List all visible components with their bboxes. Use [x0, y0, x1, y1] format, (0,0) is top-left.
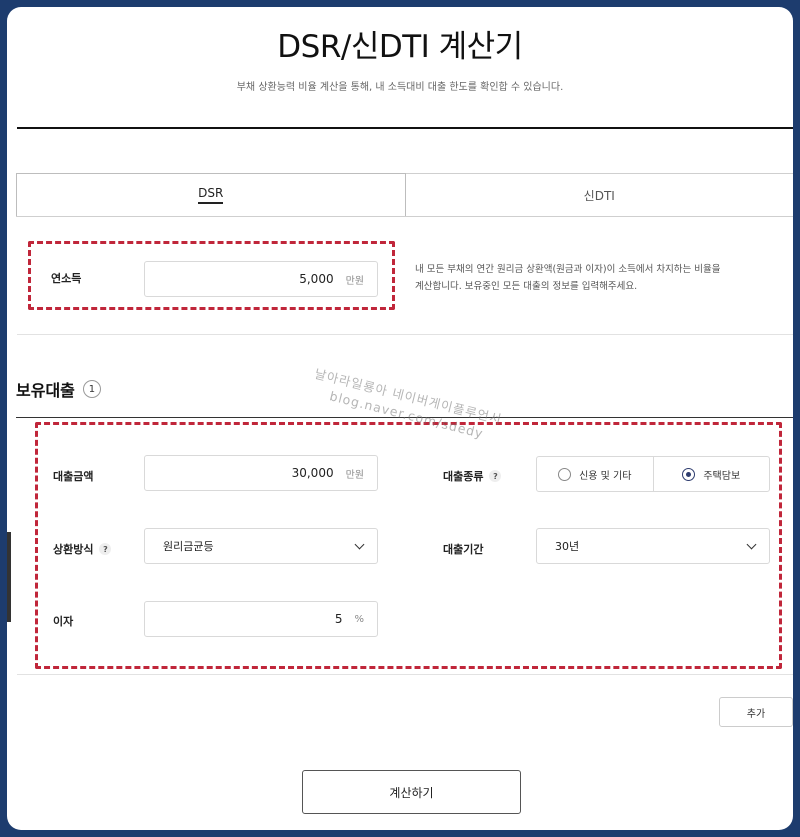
income-value: 5,000 [299, 272, 334, 286]
calculator-tabs: DSR 신DTI [16, 173, 793, 217]
calculate-button[interactable]: 계산하기 [302, 770, 521, 814]
interest-value: 5 [334, 612, 343, 626]
repay-method-help-icon[interactable]: ? [99, 543, 112, 555]
income-label: 연소득 [51, 272, 82, 285]
loan-count-badge: 1 [82, 380, 101, 398]
repay-method-value: 원리금균등 [163, 540, 214, 553]
loan-type-option-credit[interactable]: 신용 및 기타 [537, 457, 653, 491]
chevron-down-icon [746, 539, 757, 549]
radio-checked-icon [682, 467, 696, 481]
tab-new-dti[interactable]: 신DTI [406, 174, 794, 216]
income-unit: 만원 [345, 275, 364, 287]
income-description: 내 모든 부채의 연간 원리금 상환액(원금과 이자)이 소득에서 차지하는 비… [415, 261, 755, 295]
tab-new-dti-label: 신DTI [583, 188, 615, 203]
loan-amount-unit: 만원 [345, 469, 364, 481]
add-loan-button[interactable]: 추가 [719, 697, 793, 727]
loans-section-title: 보유대출 1 [16, 377, 101, 401]
radio-unchecked-icon [558, 467, 572, 481]
income-description-line2: 계산합니다. 보유중인 모든 대출의 정보를 입력해주세요. [415, 281, 638, 292]
tab-dsr[interactable]: DSR [16, 173, 406, 216]
left-edge-strip [7, 532, 11, 622]
tab-dsr-label: DSR [198, 186, 224, 204]
header-divider [17, 127, 793, 129]
chevron-down-icon [354, 539, 365, 549]
interest-label: 이자 [53, 615, 74, 628]
income-input[interactable]: 5,000 만원 [144, 261, 378, 297]
app-window: DSR/신DTI 계산기 부채 상환능력 비율 계산을 통해, 내 소득대비 대… [7, 7, 793, 830]
loan-type-option-mortgage[interactable]: 주택담보 [652, 457, 770, 491]
loan-amount-input[interactable]: 30,000 만원 [144, 455, 378, 491]
repay-method-select[interactable]: 원리금균등 [144, 528, 378, 564]
loan-type-help-icon[interactable]: ? [489, 470, 502, 482]
loan-amount-label: 대출금액 [53, 470, 94, 483]
loan-period-label: 대출기간 [443, 543, 484, 556]
loan-type-radio-group: 신용 및 기타 주택담보 [536, 456, 770, 492]
loan-period-value: 30년 [555, 540, 580, 553]
interest-unit: % [354, 613, 364, 625]
loan-type-label: 대출종류 ? [443, 468, 502, 484]
loan-bottom-divider [17, 674, 793, 675]
repay-method-label: 상환방식 ? [53, 541, 112, 557]
interest-input[interactable]: 5 % [144, 601, 378, 637]
page-title: DSR/신DTI 계산기 [277, 29, 523, 65]
income-description-line1: 내 모든 부채의 연간 원리금 상환액(원금과 이자)이 소득에서 차지하는 비… [415, 264, 721, 275]
section-divider [17, 334, 793, 335]
loan-amount-value: 30,000 [291, 466, 334, 480]
loan-period-select[interactable]: 30년 [536, 528, 770, 564]
loans-section-label: 보유대출 [16, 381, 75, 400]
loan-type-option-mortgage-label: 주택담보 [703, 470, 741, 482]
page-subtitle: 부채 상환능력 비율 계산을 통해, 내 소득대비 대출 한도를 확인합 수 있… [236, 82, 564, 93]
loan-type-option-credit-label: 신용 및 기타 [579, 470, 632, 482]
